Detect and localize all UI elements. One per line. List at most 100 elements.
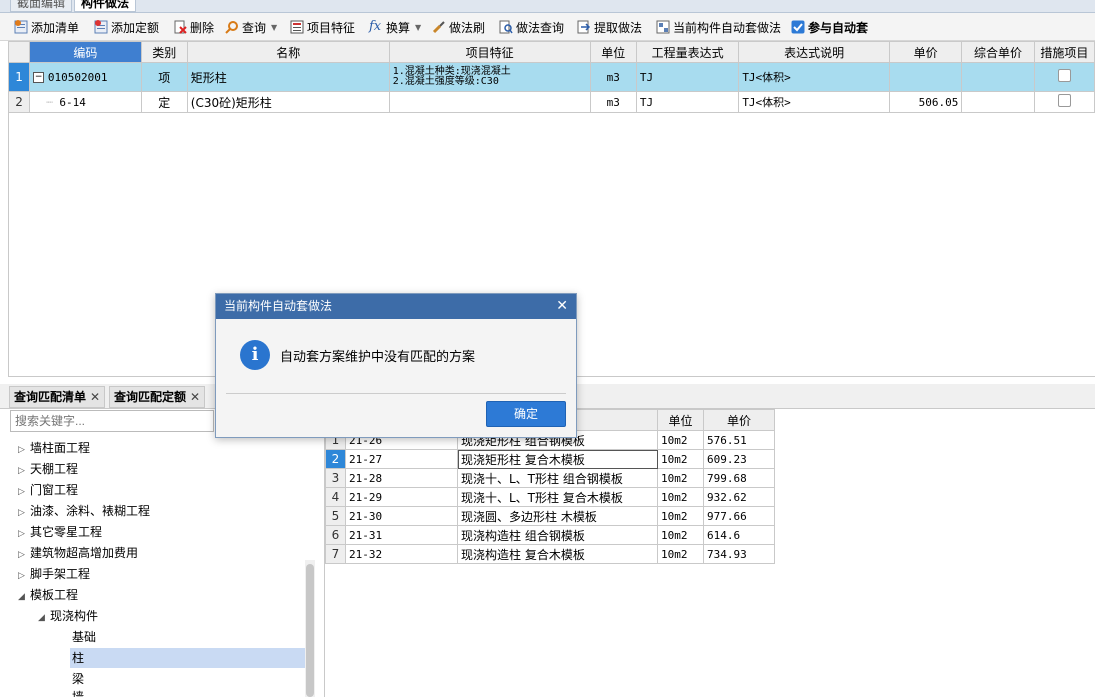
close-icon[interactable]: ✕: [556, 294, 568, 319]
tree-item[interactable]: ▷ 建筑物超高增加费用: [18, 543, 138, 563]
caret-right-icon[interactable]: ▷: [18, 566, 30, 586]
unit-cell[interactable]: 10m2: [657, 430, 704, 450]
caret-right-icon[interactable]: ▷: [18, 440, 30, 460]
caret-right-icon[interactable]: ▷: [18, 482, 30, 502]
expr-cell[interactable]: TJ: [635, 62, 740, 92]
header-name[interactable]: 名称: [186, 41, 390, 63]
tree-item[interactable]: ◢ 现浇构件: [38, 606, 98, 626]
tab-match-list[interactable]: 查询匹配清单 ✕: [9, 386, 106, 408]
tree-item[interactable]: ▷ 油漆、涂料、裱糊工程: [18, 501, 150, 521]
caret-down-icon[interactable]: ◢: [18, 587, 30, 607]
type-cell[interactable]: 定: [140, 91, 188, 113]
price-cell[interactable]: 614.6: [703, 525, 775, 545]
method-query-button[interactable]: 做法查询: [499, 17, 564, 37]
feature-cell[interactable]: [388, 91, 591, 113]
caret-down-icon[interactable]: ◢: [38, 608, 50, 628]
unit-cell[interactable]: 10m2: [657, 544, 704, 564]
price-cell[interactable]: [888, 62, 963, 92]
tree-item[interactable]: 基础: [72, 627, 96, 647]
collapse-icon[interactable]: −: [33, 72, 45, 83]
caret-right-icon[interactable]: ▷: [18, 524, 30, 544]
table-row[interactable]: 1 − 010502001 项 矩形柱 1.混凝土种类:现浇混凝土 2.混凝土强…: [7, 62, 1095, 92]
item-feature-button[interactable]: 项目特征: [290, 17, 355, 37]
code-cell[interactable]: 21-29: [345, 487, 458, 507]
header-total[interactable]: 综合单价: [961, 41, 1035, 63]
name-cell[interactable]: 矩形柱: [186, 62, 390, 92]
expr-cell[interactable]: TJ: [635, 91, 740, 113]
code-cell[interactable]: ┈ 6-14: [29, 91, 142, 113]
measure-checkbox[interactable]: [1057, 94, 1071, 107]
query-button[interactable]: 查询 ▼: [225, 17, 277, 37]
unit-cell[interactable]: 10m2: [657, 487, 704, 507]
table-row[interactable]: 3 21-28 现浇十、L、T形柱 组合钢模板 10m2 799.68: [325, 468, 775, 488]
measure-cell[interactable]: [1033, 91, 1095, 113]
header-price[interactable]: 单价: [888, 41, 963, 63]
header-expr[interactable]: 工程量表达式: [635, 41, 740, 63]
code-cell[interactable]: 21-31: [345, 525, 458, 545]
tab-component-method[interactable]: 构件做法: [74, 0, 137, 12]
tree-item[interactable]: ▷ 墙柱面工程: [18, 438, 90, 458]
header-code[interactable]: 编码: [29, 41, 142, 63]
unit-cell[interactable]: m3: [589, 91, 637, 113]
price-cell[interactable]: 506.05: [888, 91, 963, 113]
convert-button[interactable]: fx 换算 ▼: [369, 17, 421, 37]
unit-cell[interactable]: 10m2: [657, 506, 704, 526]
header-unit[interactable]: 单位: [657, 409, 704, 431]
ok-button[interactable]: 确定: [486, 401, 566, 427]
table-row[interactable]: 6 21-31 现浇构造柱 组合钢模板 10m2 614.6: [325, 525, 775, 545]
tree-item[interactable]: ▷ 天棚工程: [18, 459, 78, 479]
close-icon[interactable]: ✕: [190, 390, 200, 404]
tab-section-edit[interactable]: 截面编辑: [10, 0, 73, 12]
total-cell[interactable]: [961, 91, 1035, 113]
chevron-down-icon[interactable]: ▼: [271, 23, 277, 32]
add-quota-button[interactable]: 添加定额: [94, 17, 159, 37]
unit-cell[interactable]: 10m2: [657, 525, 704, 545]
price-cell[interactable]: 576.51: [703, 430, 775, 450]
header-feature[interactable]: 项目特征: [388, 41, 591, 63]
tree-item-selected[interactable]: 柱: [70, 648, 306, 668]
header-measure[interactable]: 措施项目: [1033, 41, 1095, 63]
name-cell[interactable]: 现浇十、L、T形柱 组合钢模板: [457, 468, 658, 488]
price-cell[interactable]: 977.66: [703, 506, 775, 526]
close-icon[interactable]: ✕: [90, 390, 100, 404]
table-row[interactable]: 7 21-32 现浇构造柱 复合木模板 10m2 734.93: [325, 544, 775, 564]
code-cell[interactable]: 21-27: [345, 449, 458, 469]
tree-item[interactable]: 梁: [72, 669, 84, 689]
name-cell[interactable]: 现浇十、L、T形柱 复合木模板: [457, 487, 658, 507]
tree-item[interactable]: 墙: [72, 690, 84, 697]
unit-cell[interactable]: m3: [589, 62, 637, 92]
price-cell[interactable]: 609.23: [703, 449, 775, 469]
name-cell[interactable]: 现浇构造柱 复合木模板: [457, 544, 658, 564]
price-cell[interactable]: 734.93: [703, 544, 775, 564]
code-cell[interactable]: − 010502001: [29, 62, 142, 92]
code-cell[interactable]: 21-30: [345, 506, 458, 526]
tab-match-quota[interactable]: 查询匹配定额 ✕: [109, 386, 206, 408]
tree-item[interactable]: ▷ 门窗工程: [18, 480, 78, 500]
caret-right-icon[interactable]: ▷: [18, 503, 30, 523]
table-row[interactable]: 5 21-30 现浇圆、多边形柱 木模板 10m2 977.66: [325, 506, 775, 526]
chevron-down-icon[interactable]: ▼: [415, 23, 421, 32]
tree-item[interactable]: ▷ 其它零星工程: [18, 522, 102, 542]
total-cell[interactable]: [961, 62, 1035, 92]
code-cell[interactable]: 21-28: [345, 468, 458, 488]
caret-right-icon[interactable]: ▷: [18, 461, 30, 481]
measure-checkbox[interactable]: [1057, 69, 1071, 82]
desc-cell[interactable]: TJ<体积>: [738, 62, 890, 92]
header-desc[interactable]: 表达式说明: [738, 41, 890, 63]
caret-right-icon[interactable]: ▷: [18, 545, 30, 565]
header-price[interactable]: 单价: [703, 409, 775, 431]
unit-cell[interactable]: 10m2: [657, 468, 704, 488]
participate-auto-checkbox[interactable]: 参与自动套: [791, 17, 868, 37]
code-cell[interactable]: 21-32: [345, 544, 458, 564]
price-cell[interactable]: 932.62: [703, 487, 775, 507]
header-unit[interactable]: 单位: [589, 41, 637, 63]
dialog-title-bar[interactable]: 当前构件自动套做法 ✕: [216, 294, 576, 319]
method-brush-button[interactable]: 做法刷: [432, 17, 485, 37]
desc-cell[interactable]: TJ<体积>: [738, 91, 890, 113]
table-row[interactable]: 4 21-29 现浇十、L、T形柱 复合木模板 10m2 932.62: [325, 487, 775, 507]
header-type[interactable]: 类别: [140, 41, 188, 63]
tree-scrollbar[interactable]: [305, 560, 315, 697]
extract-method-button[interactable]: 提取做法: [577, 17, 642, 37]
auto-apply-button[interactable]: 当前构件自动套做法: [656, 17, 781, 37]
scrollbar-thumb[interactable]: [306, 564, 314, 697]
